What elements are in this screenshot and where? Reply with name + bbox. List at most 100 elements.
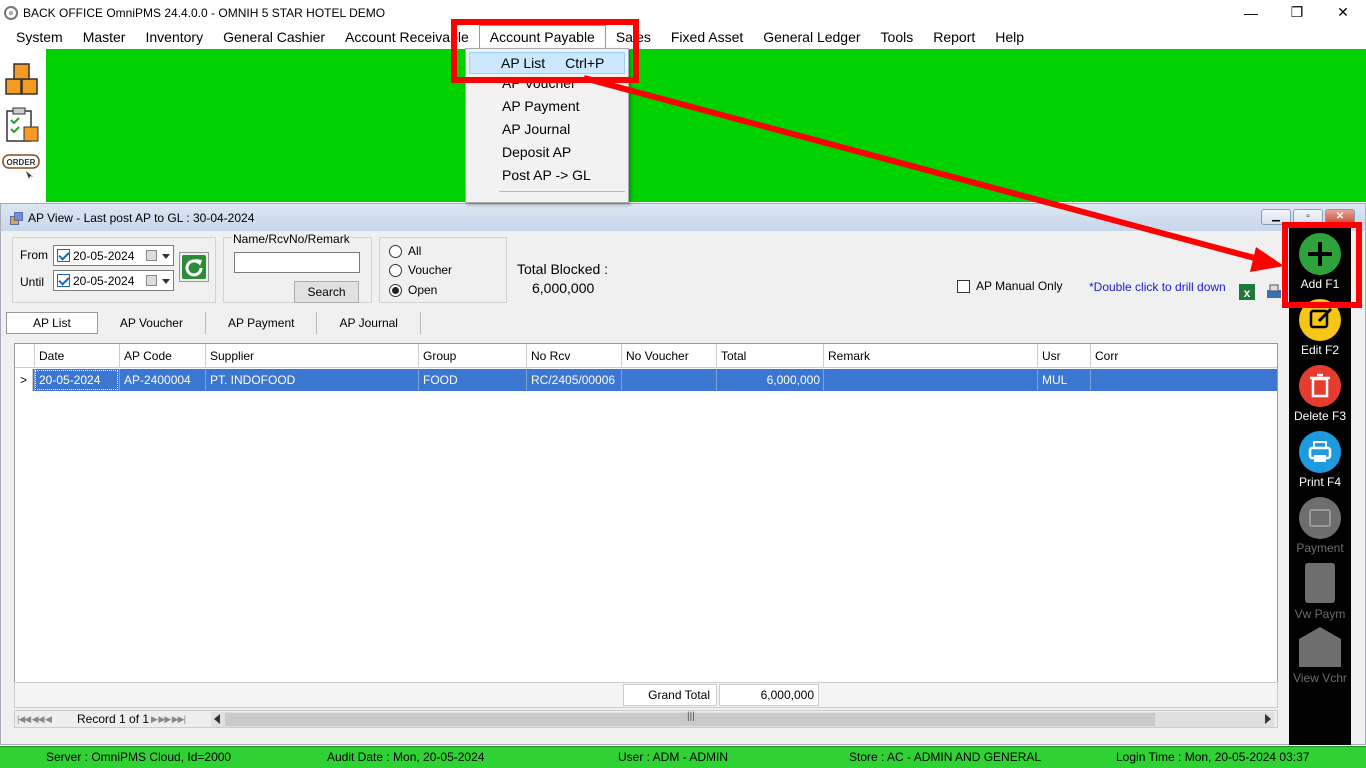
cell-total[interactable]: 6,000,000: [716, 369, 823, 391]
nav-first-prev-buttons[interactable]: |◀◀ ◀◀ ◀: [17, 711, 52, 727]
menu-system[interactable]: System: [0, 25, 73, 49]
from-checkbox[interactable]: [57, 249, 70, 262]
menu-item-deposit-ap[interactable]: Deposit AP: [502, 144, 571, 160]
menu-inventory[interactable]: Inventory: [135, 25, 213, 49]
chevron-down-icon: [162, 254, 170, 259]
child-title: AP View - Last post AP to GL : 30-04-202…: [28, 210, 255, 225]
chevron-down-icon: [162, 279, 170, 284]
radio-all-label: All: [408, 244, 422, 258]
tab-ap-journal[interactable]: AP Journal: [317, 312, 421, 334]
column-header-usr[interactable]: Usr: [1037, 344, 1090, 368]
scroll-left-icon[interactable]: [214, 714, 220, 724]
minimize-button[interactable]: —: [1228, 0, 1274, 25]
left-toolbar: ORDER: [0, 49, 46, 202]
radio-open[interactable]: Open: [389, 283, 437, 297]
clipboard-icon[interactable]: [2, 105, 42, 145]
column-header-ap-code[interactable]: AP Code: [119, 344, 205, 368]
until-checkbox[interactable]: [57, 274, 70, 287]
cell-no-voucher[interactable]: [621, 369, 716, 391]
from-label: From: [20, 248, 48, 262]
delete-label: Delete F3: [1293, 409, 1347, 423]
column-header-date[interactable]: Date: [34, 344, 119, 368]
close-button[interactable]: ✕: [1320, 0, 1366, 25]
cell-ap-code[interactable]: AP-2400004: [119, 369, 205, 391]
menu-item-ap-journal[interactable]: AP Journal: [502, 121, 570, 137]
radio-open-label: Open: [408, 283, 438, 297]
scroll-right-icon[interactable]: [1265, 714, 1271, 724]
status-audit-date: Audit Date : Mon, 20-05-2024: [327, 750, 485, 764]
cell-corr[interactable]: [1090, 369, 1278, 391]
record-navigator: |◀◀ ◀◀ ◀ Record 1 of 1 ▶ ▶▶ ▶▶| |||: [14, 710, 1278, 728]
boxes-icon[interactable]: [2, 59, 42, 99]
ap-view-window: AP View - Last post AP to GL : 30-04-202…: [0, 203, 1366, 745]
radio-voucher-circle: [389, 263, 402, 277]
cell-no-rcv[interactable]: RC/2405/00006: [526, 369, 621, 391]
menu-fixed-asset[interactable]: Fixed Asset: [661, 25, 753, 49]
cell-date[interactable]: 20-05-2024: [34, 369, 119, 391]
from-date-picker[interactable]: 20-05-2024: [53, 245, 174, 266]
tab-ap-payment[interactable]: AP Payment: [206, 312, 318, 334]
menu-general-ledger[interactable]: General Ledger: [753, 25, 870, 49]
table-row[interactable]: 20-05-2024 AP-2400004 PT. INDOFOOD FOOD …: [15, 369, 1277, 391]
excel-export-icon[interactable]: x: [1238, 282, 1258, 302]
window-icon: [10, 211, 23, 225]
menu-master[interactable]: Master: [73, 25, 136, 49]
status-store: Store : AC - ADMIN AND GENERAL: [849, 750, 1042, 764]
refresh-icon: [182, 255, 206, 279]
menu-item-ap-payment[interactable]: AP Payment: [502, 98, 580, 114]
highlight-box-menu: [451, 19, 639, 83]
view-payment-label: Vw Paym: [1294, 607, 1346, 621]
window-controls: — ❐ ✕: [1228, 0, 1366, 25]
scroll-thumb[interactable]: |||: [225, 711, 1155, 726]
until-label: Until: [20, 275, 45, 289]
refresh-button[interactable]: [179, 252, 209, 282]
column-header-group[interactable]: Group: [418, 344, 526, 368]
total-blocked-value: 6,000,000: [532, 280, 595, 296]
record-counter: Record 1 of 1: [77, 712, 150, 726]
column-header-supplier[interactable]: Supplier: [205, 344, 418, 368]
view-tabs: AP List AP Voucher AP Payment AP Journal: [6, 312, 421, 335]
radio-voucher-label: Voucher: [408, 263, 453, 277]
menu-item-post-ap-gl[interactable]: Post AP -> GL: [502, 167, 591, 183]
column-header-no-voucher[interactable]: No Voucher: [621, 344, 716, 368]
radio-all[interactable]: All: [389, 244, 421, 258]
cell-usr[interactable]: MUL: [1037, 369, 1090, 391]
search-input[interactable]: [234, 252, 360, 273]
menu-help[interactable]: Help: [985, 25, 1034, 49]
menu-general-cashier[interactable]: General Cashier: [213, 25, 335, 49]
cell-group[interactable]: FOOD: [418, 369, 526, 391]
view-payment-button: Vw Paym: [1289, 563, 1351, 621]
nav-next-last-buttons[interactable]: ▶ ▶▶ ▶▶|: [151, 711, 186, 727]
column-header-corr[interactable]: Corr: [1090, 344, 1278, 368]
print-button[interactable]: Print F4: [1289, 431, 1351, 489]
column-header-total[interactable]: Total: [716, 344, 823, 368]
mdi-background: [46, 49, 1366, 202]
view-voucher-label: View Vchr: [1293, 671, 1347, 685]
ap-manual-only-checkbox[interactable]: AP Manual Only: [954, 279, 1063, 293]
view-voucher-button: View Vchr: [1289, 627, 1351, 685]
tab-ap-list[interactable]: AP List: [6, 312, 98, 334]
order-icon[interactable]: ORDER: [2, 151, 42, 191]
until-date-picker[interactable]: 20-05-2024: [53, 270, 174, 291]
column-header-remark[interactable]: Remark: [823, 344, 1037, 368]
order-label: ORDER: [7, 158, 36, 167]
radio-voucher[interactable]: Voucher: [389, 263, 452, 277]
cell-remark[interactable]: [823, 369, 1037, 391]
column-header-no-rcv[interactable]: No Rcv: [526, 344, 621, 368]
grand-total-label: Grand Total: [623, 684, 717, 706]
ap-list-grid[interactable]: Date AP Code Supplier Group No Rcv No Vo…: [14, 343, 1278, 693]
maximize-button[interactable]: ❐: [1274, 0, 1320, 25]
search-button[interactable]: Search: [294, 281, 359, 303]
delete-button[interactable]: Delete F3: [1289, 365, 1351, 423]
menu-report[interactable]: Report: [923, 25, 985, 49]
menu-tools[interactable]: Tools: [871, 25, 924, 49]
list-icon: [1305, 563, 1335, 603]
cell-supplier[interactable]: PT. INDOFOOD: [205, 369, 418, 391]
print-preview-icon[interactable]: [1264, 282, 1284, 302]
horizontal-scrollbar[interactable]: |||: [211, 711, 1274, 727]
payment-button: Payment: [1289, 497, 1351, 555]
grid-header: Date AP Code Supplier Group No Rcv No Vo…: [15, 344, 1277, 368]
tab-ap-voucher[interactable]: AP Voucher: [98, 312, 206, 334]
printer-icon: [1299, 431, 1341, 473]
until-date-value: 20-05-2024: [73, 273, 135, 288]
